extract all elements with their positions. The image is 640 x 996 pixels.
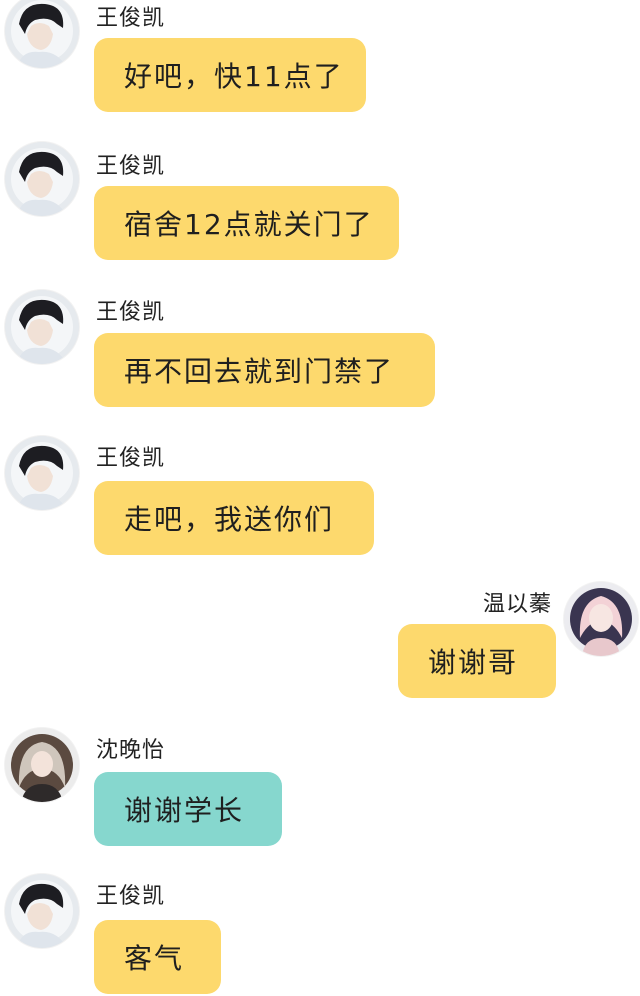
sender-name: 王俊凯	[96, 300, 166, 325]
message-bubble[interactable]: 谢谢学长	[94, 772, 282, 846]
message-bubble[interactable]: 好吧，快11点了	[94, 38, 366, 112]
message-bubble[interactable]: 走吧，我送你们	[94, 481, 374, 555]
boy-avatar-icon[interactable]	[5, 290, 79, 364]
message-bubble[interactable]: 再不回去就到门禁了	[94, 333, 435, 407]
boy-avatar-icon[interactable]	[5, 436, 79, 510]
message-bubble[interactable]: 客气	[94, 920, 221, 994]
sender-name: 沈晚怡	[96, 738, 166, 763]
boy-avatar-icon[interactable]	[5, 142, 79, 216]
sender-name: 王俊凯	[96, 446, 166, 471]
girl-pink-avatar-icon[interactable]	[564, 582, 638, 656]
sender-name: 王俊凯	[96, 6, 166, 31]
boy-avatar-icon[interactable]	[5, 0, 79, 68]
boy-avatar-icon[interactable]	[5, 874, 79, 948]
girl-avatar-icon[interactable]	[5, 728, 79, 802]
sender-name: 王俊凯	[96, 154, 166, 179]
sender-name: 温以蓁	[482, 592, 552, 617]
sender-name: 王俊凯	[96, 884, 166, 909]
message-bubble[interactable]: 谢谢哥	[398, 624, 556, 698]
message-bubble[interactable]: 宿舍12点就关门了	[94, 186, 399, 260]
